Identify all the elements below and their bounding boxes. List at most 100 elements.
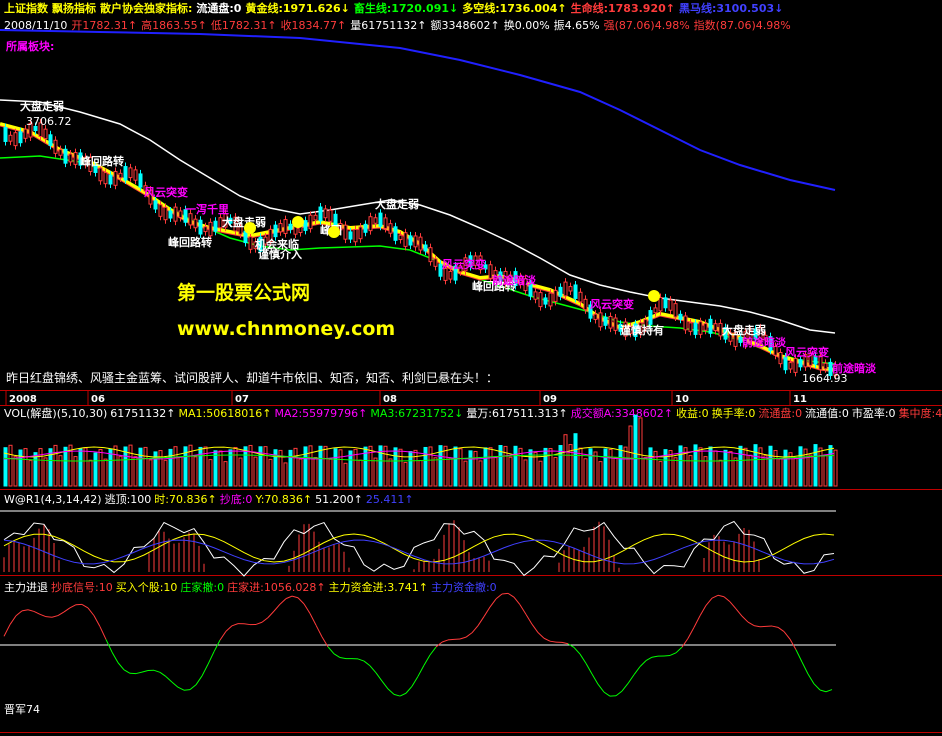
volume-bar [643, 457, 648, 487]
volume-bar [623, 446, 628, 487]
candle-body [353, 229, 358, 243]
mf-segment [591, 673, 599, 685]
signal-label: 一泻千里 [185, 202, 229, 216]
volume-bar [523, 459, 528, 487]
volume-bar [783, 449, 788, 487]
volume-bar [513, 445, 518, 487]
volume-bar [593, 451, 598, 487]
volume-bar [808, 454, 813, 487]
candle-body [113, 171, 118, 186]
volume-bar [538, 460, 543, 487]
mf-segment [333, 653, 341, 658]
panel-value: MA3:67231752↓ [370, 407, 463, 420]
mf-segment [189, 684, 197, 691]
mf-segment [477, 616, 485, 626]
panel-value: 流通值:0 [805, 406, 849, 420]
volume-bar [203, 446, 208, 487]
volume-bar [288, 449, 293, 487]
volume-bar [398, 448, 403, 487]
panel-value: MA1:50618016↑ [179, 407, 272, 420]
header-item: 强(87.06)4.98% [604, 19, 690, 32]
mf-segment [213, 639, 221, 652]
mf-segment [675, 646, 683, 654]
mf-segment [639, 660, 647, 667]
candle-body [673, 303, 678, 318]
mf-segment [285, 595, 293, 600]
candle-body [358, 226, 363, 240]
volume-bar [418, 460, 423, 487]
header-item: 生命线:1783.920↑ [571, 1, 675, 15]
mf-segment [219, 630, 227, 641]
signal-label: 大盘走弱 [20, 99, 64, 113]
mf-segment [117, 662, 125, 671]
price-low-label: 1664.93 [802, 372, 848, 385]
signal-label: 风云突变 [442, 257, 486, 271]
mf-segment [177, 686, 185, 691]
mf-segment [327, 646, 335, 655]
volume-bar [658, 461, 663, 487]
volume-bar [338, 449, 343, 487]
mf-segment [693, 615, 701, 628]
panel-value: 买入个股:10 [116, 581, 178, 594]
panel-value: 换手率:0 [712, 406, 756, 420]
panel-value: 逃顶:100 [105, 493, 152, 506]
header-item: 低1782.31↑ [211, 19, 277, 32]
candle-body [568, 286, 573, 292]
mf-segment [399, 692, 407, 697]
panel-value: 庄家撤:0 [180, 580, 224, 594]
candle-body [328, 209, 333, 222]
candle-body [348, 231, 353, 240]
volume-bar [488, 447, 493, 487]
indicator-header: 上证指数 飘扬指标 散户协会独家指标: 流通盘:0 黄金线:1971.626↓ 畜生线:1… [4, 1, 783, 15]
mf-segment [171, 681, 179, 688]
volume-bar [128, 444, 133, 487]
volume-bar [173, 446, 178, 487]
candle-body [63, 148, 68, 164]
volume-bar [193, 456, 198, 487]
panel-value: 集中度:41.094↑ [899, 406, 942, 420]
volume-bar [13, 456, 18, 487]
volume-bar [583, 458, 588, 487]
mf-segment [711, 594, 719, 599]
candle-body [8, 134, 13, 142]
candle-body [163, 206, 168, 221]
volume-bar [818, 447, 823, 487]
candle-body [118, 172, 123, 179]
volume-bar [723, 449, 728, 487]
mf-segment [819, 689, 827, 693]
mf-segment [57, 611, 65, 616]
volume-bar [208, 459, 213, 487]
mf-segment [597, 683, 605, 693]
volume-bar [463, 460, 468, 487]
panel-value: 25.411↑ [366, 493, 414, 506]
mf-segment [579, 653, 587, 664]
candle-body [688, 322, 693, 332]
volume-bar [533, 452, 538, 487]
volume-bar [18, 449, 23, 487]
volume-bar [343, 462, 348, 487]
panel-value: 61751132↑ [110, 407, 175, 420]
candle-body [308, 214, 313, 230]
mf-segment [807, 673, 815, 685]
candle-body [403, 232, 408, 247]
header-item: 开1782.31↑ [71, 19, 137, 32]
candle-body [108, 174, 113, 185]
price-high-label: 3706.72 [26, 115, 72, 128]
candle-body [428, 247, 433, 263]
stock-chart[interactable]: 上证指数 飘扬指标 散户协会独家指标: 流通盘:0 黄金线:1971.626↓ 畜生线:1… [0, 0, 942, 736]
volume-bar [563, 434, 568, 487]
mf-segment [339, 657, 347, 660]
watermark-site-name: 第一股票公式网 [177, 281, 310, 304]
signal-label: 前途暗淡 [492, 273, 537, 287]
mf-segment [543, 637, 551, 642]
mf-segment [159, 671, 167, 677]
mf-segment [771, 625, 779, 628]
candle-body [408, 235, 413, 246]
signal-label: 风云突变 [590, 297, 634, 311]
mf-segment [39, 613, 47, 618]
volume-bar [243, 446, 248, 487]
panel-value: Y:70.836↑ [254, 493, 312, 506]
volume-bar [98, 449, 103, 487]
candle-body [533, 291, 538, 300]
mf-segment [633, 666, 641, 676]
